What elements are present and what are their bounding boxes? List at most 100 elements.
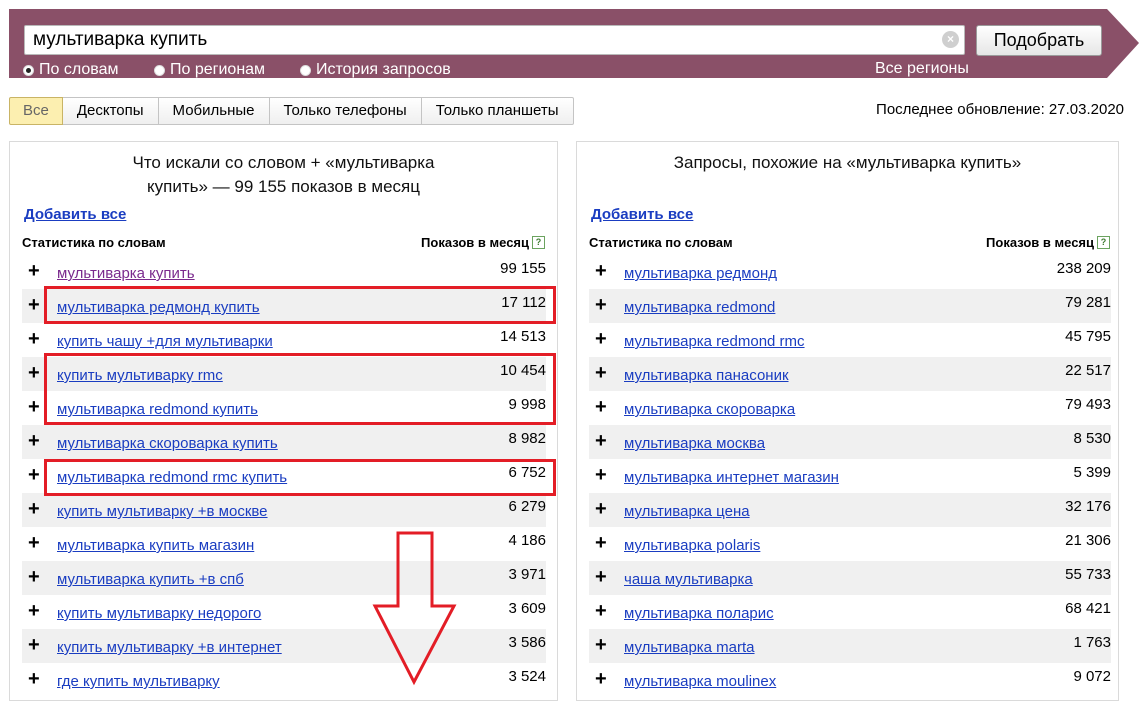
highlight-box — [44, 459, 556, 496]
table-row: + где купить мультиварку 3 524 — [22, 663, 546, 697]
tab-desktops[interactable]: Десктопы — [62, 97, 159, 125]
table-row: + мультиварка купить магазин 4 186 — [22, 527, 546, 561]
table-row: + купить мультиварку +в москве 6 279 — [22, 493, 546, 527]
phrase-link[interactable]: мультиварка moulinex — [624, 673, 776, 690]
phrase-link[interactable]: мультиварка скороварка купить — [57, 435, 278, 452]
clear-icon[interactable]: × — [942, 31, 959, 48]
plus-icon[interactable]: + — [28, 295, 40, 315]
all-regions-link[interactable]: Все регионы — [875, 60, 969, 79]
plus-icon[interactable]: + — [28, 397, 40, 417]
add-all-link[interactable]: Добавить все — [591, 206, 693, 223]
plus-icon[interactable]: + — [595, 329, 607, 349]
phrase-link[interactable]: мультиварка панасоник — [624, 367, 789, 384]
plus-icon[interactable]: + — [28, 533, 40, 553]
mode-by-words[interactable]: По словам — [23, 60, 118, 80]
phrase-link[interactable]: купить чашу +для мультиварки — [57, 333, 273, 350]
plus-icon[interactable]: + — [595, 635, 607, 655]
radio-unchecked-icon — [300, 64, 311, 76]
plus-icon[interactable]: + — [28, 261, 40, 281]
phrase-link[interactable]: мультиварка redmond — [624, 299, 775, 316]
mode-by-regions[interactable]: По регионам — [154, 60, 265, 80]
shows-count: 14 513 — [500, 328, 546, 345]
mode-label: По регионам — [170, 61, 266, 78]
submit-button[interactable]: Подобрать — [976, 25, 1102, 56]
mode-label: История запросов — [316, 61, 451, 78]
shows-count: 79 281 — [1065, 294, 1111, 311]
plus-icon[interactable]: + — [28, 465, 40, 485]
phrase-link[interactable]: мультиварка купить — [57, 265, 195, 282]
plus-icon[interactable]: + — [595, 567, 607, 587]
plus-icon[interactable]: + — [28, 431, 40, 451]
plus-icon[interactable]: + — [28, 635, 40, 655]
plus-icon[interactable]: + — [28, 567, 40, 587]
shows-count: 3 586 — [508, 634, 546, 651]
search-input[interactable] — [24, 25, 965, 55]
right-rows: + мультиварка редмонд 238 209 + мультиварка … — [589, 255, 1111, 697]
plus-icon[interactable]: + — [28, 669, 40, 689]
plus-icon[interactable]: + — [28, 499, 40, 519]
phrase-link[interactable]: мультиварка интернет магазин — [624, 469, 839, 486]
plus-icon[interactable]: + — [595, 363, 607, 383]
plus-icon[interactable]: + — [595, 601, 607, 621]
shows-count: 238 209 — [1056, 260, 1111, 277]
phrase-link[interactable]: купить мультиварку +в интернет — [57, 639, 282, 656]
shows-count: 45 795 — [1065, 328, 1111, 345]
device-tabs: Все Десктопы Мобильные Только телефоны Т… — [9, 97, 574, 125]
plus-icon[interactable]: + — [28, 601, 40, 621]
shows-count: 3 524 — [508, 668, 546, 685]
phrase-link[interactable]: мультиварка редмонд — [624, 265, 777, 282]
plus-icon[interactable]: + — [595, 465, 607, 485]
table-row: + мультиварка купить 99 155 — [22, 255, 546, 289]
title-line: купить» — 99 155 показов в месяц — [147, 177, 420, 196]
phrase-link[interactable]: мультиварка купить магазин — [57, 537, 254, 554]
phrase-link[interactable]: мультиварка polaris — [624, 537, 760, 554]
phrase-link[interactable]: мультиварка купить +в спб — [57, 571, 244, 588]
tab-tablets-only[interactable]: Только планшеты — [421, 97, 574, 125]
highlight-box — [44, 286, 556, 324]
radio-checked-icon — [23, 64, 34, 76]
add-all-link[interactable]: Добавить все — [24, 206, 126, 223]
shows-count: 4 186 — [508, 532, 546, 549]
phrase-link[interactable]: мультиварка скороварка — [624, 401, 795, 418]
phrase-link[interactable]: мультиварка redmond rmc — [624, 333, 805, 350]
help-icon[interactable]: ? — [532, 236, 545, 249]
tab-mobile[interactable]: Мобильные — [158, 97, 270, 125]
table-row: + купить мультиварку +в интернет 3 586 — [22, 629, 546, 663]
plus-icon[interactable]: + — [28, 363, 40, 383]
tab-phones-only[interactable]: Только телефоны — [269, 97, 422, 125]
table-row: + мультиварка redmond rmc 45 795 — [589, 323, 1111, 357]
phrase-link[interactable]: чаша мультиварка — [624, 571, 753, 588]
panel-title: Что искали со словом + «мультиварка купи… — [10, 151, 557, 199]
phrase-link[interactable]: купить мультиварку +в москве — [57, 503, 268, 520]
plus-icon[interactable]: + — [595, 533, 607, 553]
title-line: Что искали со словом + «мультиварка — [132, 153, 435, 172]
plus-icon[interactable]: + — [595, 669, 607, 689]
mode-history[interactable]: История запросов — [300, 60, 451, 80]
shows-count: 6 279 — [508, 498, 546, 515]
tab-all[interactable]: Все — [9, 97, 63, 125]
plus-icon[interactable]: + — [28, 329, 40, 349]
table-row: + мультиварка redmond 79 281 — [589, 289, 1111, 323]
plus-icon[interactable]: + — [595, 295, 607, 315]
column-stats: Статистика по словам — [22, 235, 166, 250]
phrase-link[interactable]: мультиварка москва — [624, 435, 765, 452]
table-row: + мультиварка цена 32 176 — [589, 493, 1111, 527]
table-row: + мультиварка купить +в спб 3 971 — [22, 561, 546, 595]
plus-icon[interactable]: + — [595, 397, 607, 417]
shows-count: 3 609 — [508, 600, 546, 617]
plus-icon[interactable]: + — [595, 431, 607, 451]
phrase-link[interactable]: купить мультиварку недорого — [57, 605, 261, 622]
plus-icon[interactable]: + — [595, 261, 607, 281]
plus-icon[interactable]: + — [595, 499, 607, 519]
shows-count: 9 072 — [1073, 668, 1111, 685]
help-icon[interactable]: ? — [1097, 236, 1110, 249]
table-row: + мультиварка скороварка купить 8 982 — [22, 425, 546, 459]
title-line: Запросы, похожие на «мультиварка купить» — [673, 153, 1022, 172]
column-shows: Показов в месяц ? — [421, 235, 545, 250]
phrase-link[interactable]: мультиварка цена — [624, 503, 750, 520]
phrase-link[interactable]: где купить мультиварку — [57, 673, 220, 690]
phrase-link[interactable]: мультиварка marta — [624, 639, 755, 656]
shows-count: 32 176 — [1065, 498, 1111, 515]
table-row: + мультиварка москва 8 530 — [589, 425, 1111, 459]
phrase-link[interactable]: мультиварка поларис — [624, 605, 774, 622]
